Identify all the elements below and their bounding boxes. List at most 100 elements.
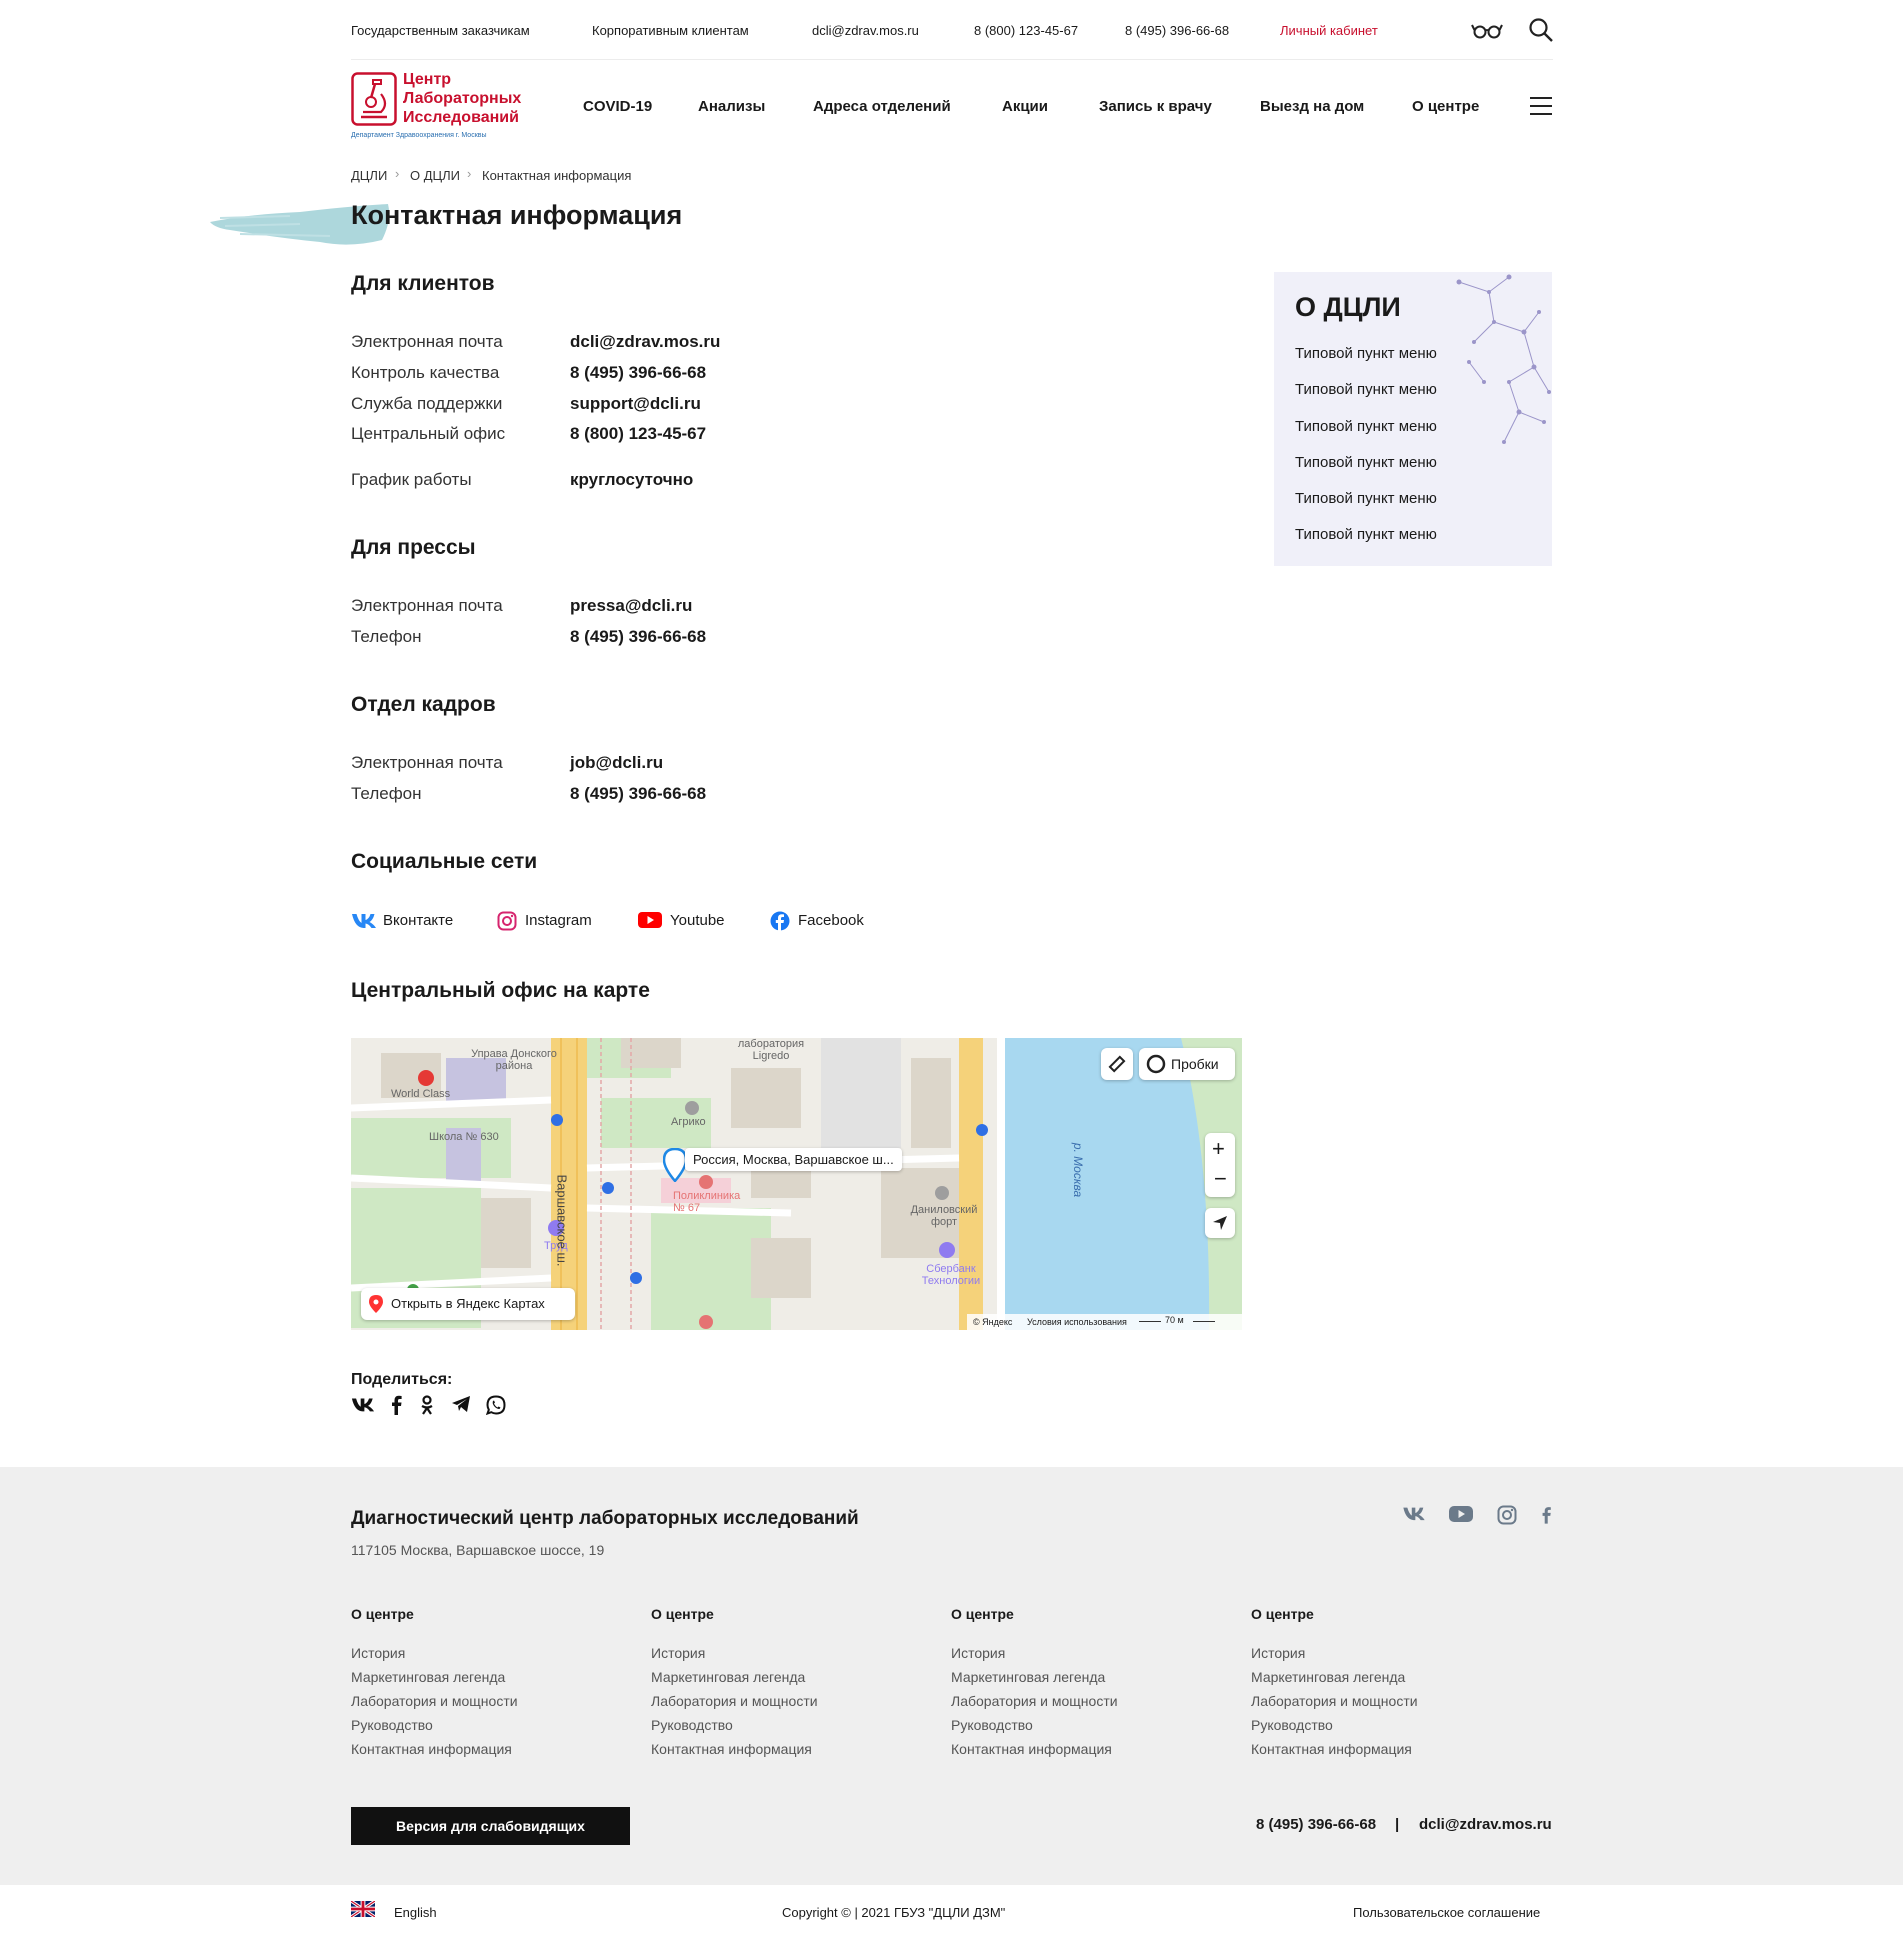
footer-link[interactable]: Маркетинговая легенда xyxy=(651,1669,805,1685)
share-whatsapp-icon[interactable] xyxy=(485,1395,510,1417)
clients-email-value[interactable]: dcli@zdrav.mos.ru xyxy=(570,332,720,352)
gov-customers-link[interactable]: Государственным заказчикам xyxy=(351,23,530,38)
sidebar-item[interactable]: Типовой пункт меню xyxy=(1295,490,1437,507)
footer-link[interactable]: Контактная информация xyxy=(1251,1741,1412,1757)
footer-link[interactable]: История xyxy=(1251,1645,1305,1661)
uk-flag-icon[interactable] xyxy=(350,1899,376,1922)
footer-link[interactable]: Руководство xyxy=(651,1717,733,1733)
social-facebook-link[interactable]: Facebook xyxy=(770,909,880,933)
social-youtube-link[interactable]: Youtube xyxy=(638,909,738,933)
sidebar-item[interactable]: Типовой пункт меню xyxy=(1295,345,1437,362)
footer-facebook-icon[interactable] xyxy=(1540,1505,1552,1530)
nav-analyses[interactable]: Анализы xyxy=(698,98,765,115)
quality-control-value[interactable]: 8 (495) 396-66-68 xyxy=(570,363,706,383)
breadcrumb-home[interactable]: ДЦЛИ xyxy=(351,168,387,183)
footer-link[interactable]: Контактная информация xyxy=(951,1741,1112,1757)
share-vk-icon[interactable] xyxy=(351,1395,375,1417)
footer-link[interactable]: Маркетинговая легенда xyxy=(351,1669,505,1685)
support-label: Служба поддержки xyxy=(351,394,503,413)
press-phone-label: Телефон xyxy=(351,627,422,646)
footer-link[interactable]: История xyxy=(651,1645,705,1661)
nav-covid[interactable]: COVID-19 xyxy=(583,98,652,115)
sidebar-item[interactable]: Типовой пункт меню xyxy=(1295,381,1437,398)
hr-section-title: Отдел кадров xyxy=(351,693,496,716)
hr-email-value[interactable]: job@dcli.ru xyxy=(570,753,663,773)
top-phone-2-link[interactable]: 8 (495) 396-66-68 xyxy=(1125,23,1229,38)
nav-home-visit[interactable]: Выезд на дом xyxy=(1260,98,1364,115)
accessibility-version-button[interactable]: Версия для слабовидящих xyxy=(351,1807,630,1845)
personal-cabinet-link[interactable]: Личный кабинет xyxy=(1280,23,1378,38)
open-in-yandex-maps-button[interactable]: Открыть в Яндекс Картах xyxy=(361,1288,575,1320)
press-section-title: Для прессы xyxy=(351,536,476,559)
footer-title: Диагностический центр лабораторных иссле… xyxy=(351,1508,859,1529)
nav-promotions[interactable]: Акции xyxy=(1002,98,1048,115)
sidebar-item[interactable]: Типовой пункт меню xyxy=(1295,418,1437,435)
footer-link[interactable]: Руководство xyxy=(1251,1717,1333,1733)
share-odnoklassniki-icon[interactable] xyxy=(419,1395,443,1417)
language-switch-link[interactable]: English xyxy=(394,1905,437,1920)
office-map[interactable]: Управа Донского района World Class Школа… xyxy=(351,1038,1242,1330)
footer-youtube-icon[interactable] xyxy=(1449,1505,1473,1528)
share-facebook-icon[interactable] xyxy=(389,1395,413,1417)
logo-title: Центр Лабораторных Исследований xyxy=(403,70,521,127)
social-vk-link[interactable]: Вконтакте xyxy=(351,909,461,933)
map-terms-link[interactable]: Условия использования xyxy=(1027,1317,1127,1327)
ruler-button[interactable] xyxy=(1101,1048,1133,1080)
footer-link[interactable]: Руководство xyxy=(951,1717,1033,1733)
hr-phone-value[interactable]: 8 (495) 396-66-68 xyxy=(570,784,706,804)
map-label-lab: лаборатория Ligredo xyxy=(737,1038,805,1062)
map-tiles xyxy=(351,1038,1242,1330)
traffic-button[interactable]: Пробки xyxy=(1139,1048,1235,1080)
footer-link[interactable]: Руководство xyxy=(351,1717,433,1733)
support-value[interactable]: support@dcli.ru xyxy=(570,394,701,414)
footer-link[interactable]: Лаборатория и мощности xyxy=(951,1693,1118,1709)
geolocation-button[interactable] xyxy=(1205,1208,1235,1238)
logo[interactable]: Центр Лабораторных Исследований Департам… xyxy=(351,70,541,142)
footer-link[interactable]: Контактная информация xyxy=(351,1741,512,1757)
traffic-label: Пробки xyxy=(1171,1056,1219,1072)
sidebar-item[interactable]: Типовой пункт меню xyxy=(1295,526,1437,543)
press-email-label: Электронная почта xyxy=(351,596,503,615)
map-label-world-class: World Class xyxy=(391,1088,451,1100)
press-phone-value[interactable]: 8 (495) 396-66-68 xyxy=(570,627,706,647)
corporate-clients-link[interactable]: Корпоративным клиентам xyxy=(592,23,749,38)
press-email-value[interactable]: pressa@dcli.ru xyxy=(570,596,692,616)
instagram-icon xyxy=(497,911,517,935)
sidebar-item[interactable]: Типовой пункт меню xyxy=(1295,454,1437,471)
search-icon[interactable] xyxy=(1528,17,1554,46)
footer-link[interactable]: История xyxy=(351,1645,405,1661)
social-instagram-link[interactable]: Instagram xyxy=(497,909,607,933)
footer-link[interactable]: Маркетинговая легенда xyxy=(951,1669,1105,1685)
top-email-link[interactable]: dcli@zdrav.mos.ru xyxy=(812,23,919,38)
hr-phone-label: Телефон xyxy=(351,784,422,803)
breadcrumb-about[interactable]: О ДЦЛИ xyxy=(410,168,460,183)
yandex-copyright[interactable]: © Яндекс xyxy=(973,1317,1012,1327)
glasses-icon[interactable] xyxy=(1471,22,1503,43)
top-phone-1-link[interactable]: 8 (800) 123-45-67 xyxy=(974,23,1078,38)
zoom-out-button[interactable]: − xyxy=(1214,1166,1227,1192)
nav-doctor-appointment[interactable]: Запись к врачу xyxy=(1099,98,1212,115)
central-office-value[interactable]: 8 (800) 123-45-67 xyxy=(570,424,706,444)
footer-phone-link[interactable]: 8 (495) 396-66-68 xyxy=(1256,1816,1376,1833)
footer-vk-icon[interactable] xyxy=(1402,1505,1426,1526)
footer-email-link[interactable]: dcli@zdrav.mos.ru xyxy=(1419,1816,1552,1833)
footer-link[interactable]: Лаборатория и мощности xyxy=(651,1693,818,1709)
map-pin-label[interactable]: Россия, Москва, Варшавское ш... xyxy=(685,1148,902,1171)
map-marker-icon xyxy=(369,1295,383,1313)
footer-link[interactable]: Лаборатория и мощности xyxy=(1251,1693,1418,1709)
footer-link[interactable]: Лаборатория и мощности xyxy=(351,1693,518,1709)
map-pin-icon[interactable] xyxy=(662,1147,688,1187)
nav-addresses[interactable]: Адреса отделений xyxy=(813,98,951,115)
menu-icon[interactable] xyxy=(1530,97,1552,115)
footer-link[interactable]: История xyxy=(951,1645,1005,1661)
map-label-sber: Сбербанк Технологии xyxy=(921,1263,981,1287)
share-telegram-icon[interactable] xyxy=(451,1395,475,1417)
footer-link[interactable]: Контактная информация xyxy=(651,1741,812,1757)
user-agreement-link[interactable]: Пользовательское соглашение xyxy=(1353,1905,1540,1920)
quality-control-label: Контроль качества xyxy=(351,363,500,382)
footer-link[interactable]: Маркетинговая легенда xyxy=(1251,1669,1405,1685)
footer-instagram-icon[interactable] xyxy=(1497,1505,1517,1530)
zoom-in-button[interactable]: + xyxy=(1212,1136,1225,1162)
nav-about[interactable]: О центре xyxy=(1412,98,1479,115)
map-label-uprava: Управа Донского района xyxy=(471,1048,557,1072)
